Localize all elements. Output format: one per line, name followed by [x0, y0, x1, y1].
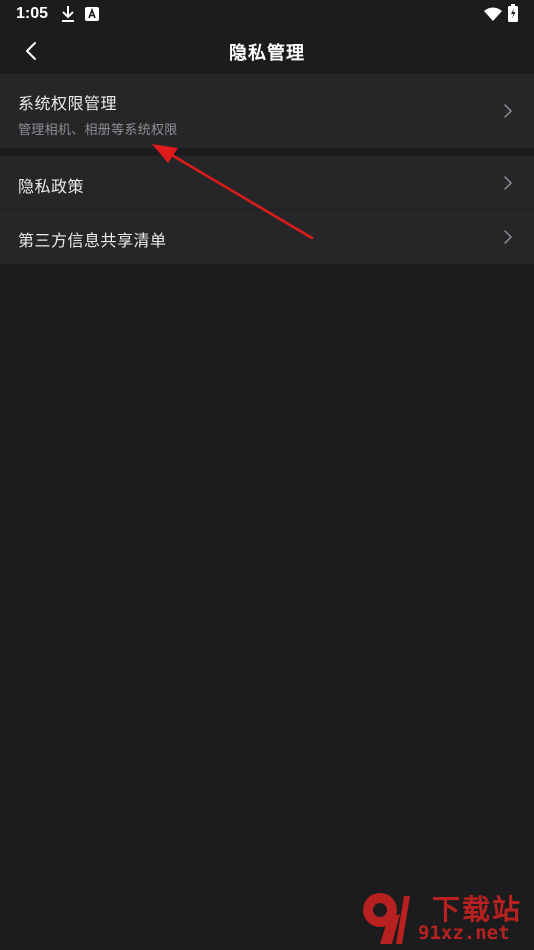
chevron-right-icon — [504, 176, 513, 190]
download-icon — [60, 5, 76, 27]
row-title: 第三方信息共享清单 — [18, 231, 167, 250]
watermark-site: 91xz.net — [418, 922, 510, 944]
nav-bar: 隐私管理 — [0, 28, 534, 74]
a-notification-icon — [85, 6, 99, 25]
row-third-party-sharing[interactable]: 第三方信息共享清单 — [0, 210, 534, 264]
wifi-icon — [484, 6, 502, 25]
row-title: 隐私政策 — [18, 177, 85, 196]
page-title: 隐私管理 — [229, 43, 305, 64]
status-bar: 1:05 — [0, 0, 534, 28]
watermark: 下载站 91xz.net — [358, 888, 528, 946]
row-system-permissions[interactable]: 系统权限管理 管理相机、相册等系统权限 — [0, 74, 534, 148]
status-time: 1:05 — [16, 5, 49, 22]
settings-group-policies: 隐私政策 第三方信息共享清单 — [0, 156, 534, 264]
row-subtitle: 管理相机、相册等系统权限 — [18, 123, 178, 138]
row-privacy-policy[interactable]: 隐私政策 — [0, 156, 534, 209]
settings-group-permissions: 系统权限管理 管理相机、相册等系统权限 — [0, 74, 534, 148]
battery-charging-icon — [508, 4, 518, 26]
chevron-right-icon — [504, 230, 513, 244]
row-title: 系统权限管理 — [18, 94, 118, 113]
chevron-right-icon — [504, 104, 513, 118]
